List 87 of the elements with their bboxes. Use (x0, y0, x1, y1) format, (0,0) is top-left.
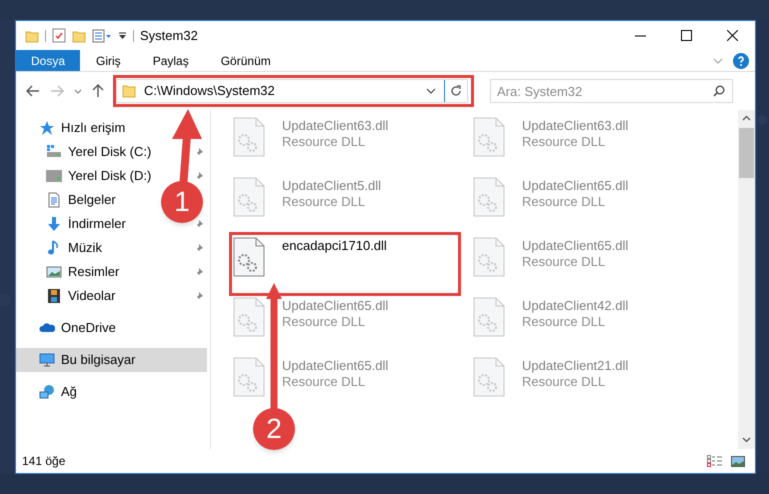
address-field[interactable]: C:\Windows\System32 (116, 79, 468, 103)
file-name: UpdateClient63.dll (282, 118, 388, 134)
sidebar-item[interactable]: İndirmeler (16, 212, 130, 236)
expand-ribbon-icon[interactable] (713, 58, 723, 64)
file-name: UpdateClient65.dll (282, 298, 388, 314)
sidebar-item[interactable]: OneDrive (16, 316, 120, 340)
star-icon (39, 120, 55, 136)
file-type: Resource DLL (282, 374, 366, 390)
file-type: Resource DLL (522, 314, 606, 330)
address-path: C:\Windows\System32 (144, 82, 275, 100)
scrollbar-thumb[interactable] (739, 128, 754, 178)
large-icons-view-icon[interactable] (731, 456, 745, 466)
help-icon[interactable] (733, 52, 749, 68)
customize-caret-icon[interactable] (118, 30, 127, 40)
file-name: encadapci1710.dll (282, 238, 387, 254)
file-item[interactable]: UpdateClient63.dll Resource DLL (473, 117, 628, 157)
file-item[interactable]: UpdateClient5.dll Resource DLL (233, 177, 382, 217)
ribbon-tab[interactable]: Giriş (80, 50, 137, 71)
file-name: UpdateClient42.dll (522, 298, 628, 314)
close-icon (726, 30, 738, 41)
file-item[interactable]: UpdateClient21.dll Resource DLL (473, 357, 628, 397)
sidebar-item[interactable]: Belgeler (16, 188, 120, 212)
scroll-down-icon[interactable] (742, 437, 751, 443)
file-item[interactable]: UpdateClient63.dll Resource DLL (233, 117, 388, 157)
file-name: UpdateClient5.dll (282, 178, 382, 194)
drive-icon (46, 168, 62, 184)
file-item[interactable]: UpdateClient65.dll Resource DLL (233, 297, 388, 337)
sidebar-item[interactable]: Bu bilgisayar (16, 348, 207, 372)
ribbon-tab[interactable]: Dosya (16, 50, 80, 71)
file-item[interactable]: UpdateClient65.dll Resource DLL (473, 177, 628, 217)
back-arrow-icon[interactable] (26, 85, 40, 97)
film-icon (46, 288, 62, 304)
dll-file-icon (233, 237, 265, 277)
dll-file-icon (473, 177, 505, 217)
up-arrow-icon[interactable] (92, 84, 104, 98)
sidebar-item[interactable]: Ağ (16, 380, 81, 404)
file-type: Resource DLL (522, 194, 606, 210)
dll-file-icon (233, 357, 265, 397)
file-item[interactable]: UpdateClient42.dll Resource DLL (473, 297, 628, 337)
monitor-icon (39, 352, 55, 368)
file-type: Resource DLL (522, 134, 606, 150)
dll-file-icon (473, 237, 505, 277)
ribbon-tab[interactable]: Paylaş (136, 50, 205, 71)
file-type: Resource DLL (282, 194, 366, 210)
ribbon-tab[interactable]: Görünüm (204, 50, 287, 71)
checklist-icon[interactable] (52, 28, 66, 43)
sidebar-item[interactable]: Hızlı erişim (16, 116, 130, 140)
file-name: UpdateClient63.dll (522, 118, 628, 134)
sidebar-item[interactable]: Videolar (16, 284, 120, 308)
file-type: Resource DLL (282, 134, 366, 150)
sidebar-item[interactable]: Yerel Disk (C:) (16, 140, 156, 164)
document-icon (46, 192, 62, 208)
drive-icon (46, 144, 62, 160)
dll-file-icon (473, 297, 505, 337)
dll-file-icon (473, 117, 505, 157)
properties-icon[interactable] (92, 28, 112, 42)
dropdown-caret-icon[interactable] (426, 88, 436, 94)
dll-file-icon (233, 297, 265, 337)
file-name: UpdateClient21.dll (522, 358, 628, 374)
sidebar-item[interactable]: Resimler (16, 260, 124, 284)
maximize-icon (680, 30, 692, 41)
file-name: UpdateClient65.dll (282, 358, 388, 374)
dll-file-icon (233, 117, 265, 157)
recent-caret-icon[interactable] (74, 88, 82, 94)
file-item[interactable]: UpdateClient65.dll Resource DLL (233, 357, 388, 397)
file-item[interactable]: UpdateClient65.dll Resource DLL (473, 237, 628, 277)
file-item[interactable]: encadapci1710.dll (233, 237, 387, 277)
dll-file-icon (473, 357, 505, 397)
file-type: Resource DLL (522, 254, 606, 270)
details-view-icon[interactable] (707, 455, 723, 467)
network-icon (39, 384, 55, 400)
file-type: Resource DLL (282, 314, 366, 330)
file-type: Resource DLL (522, 374, 606, 390)
file-name: UpdateClient65.dll (522, 178, 628, 194)
minimize-icon (634, 34, 646, 36)
window-title: System32 (140, 26, 198, 45)
sidebar-item[interactable]: Müzik (16, 236, 106, 260)
picture-icon (46, 264, 62, 280)
scrollbar[interactable] (738, 110, 755, 449)
scroll-up-icon[interactable] (742, 115, 751, 121)
dll-file-icon (233, 177, 265, 217)
folder-icon (122, 84, 136, 98)
file-name: UpdateClient65.dll (522, 238, 628, 254)
sidebar-item[interactable]: Yerel Disk (D:) (16, 164, 156, 188)
refresh-icon[interactable] (450, 85, 462, 97)
item-count: 141 öğe (22, 453, 66, 470)
download-arrow-icon (46, 216, 62, 232)
